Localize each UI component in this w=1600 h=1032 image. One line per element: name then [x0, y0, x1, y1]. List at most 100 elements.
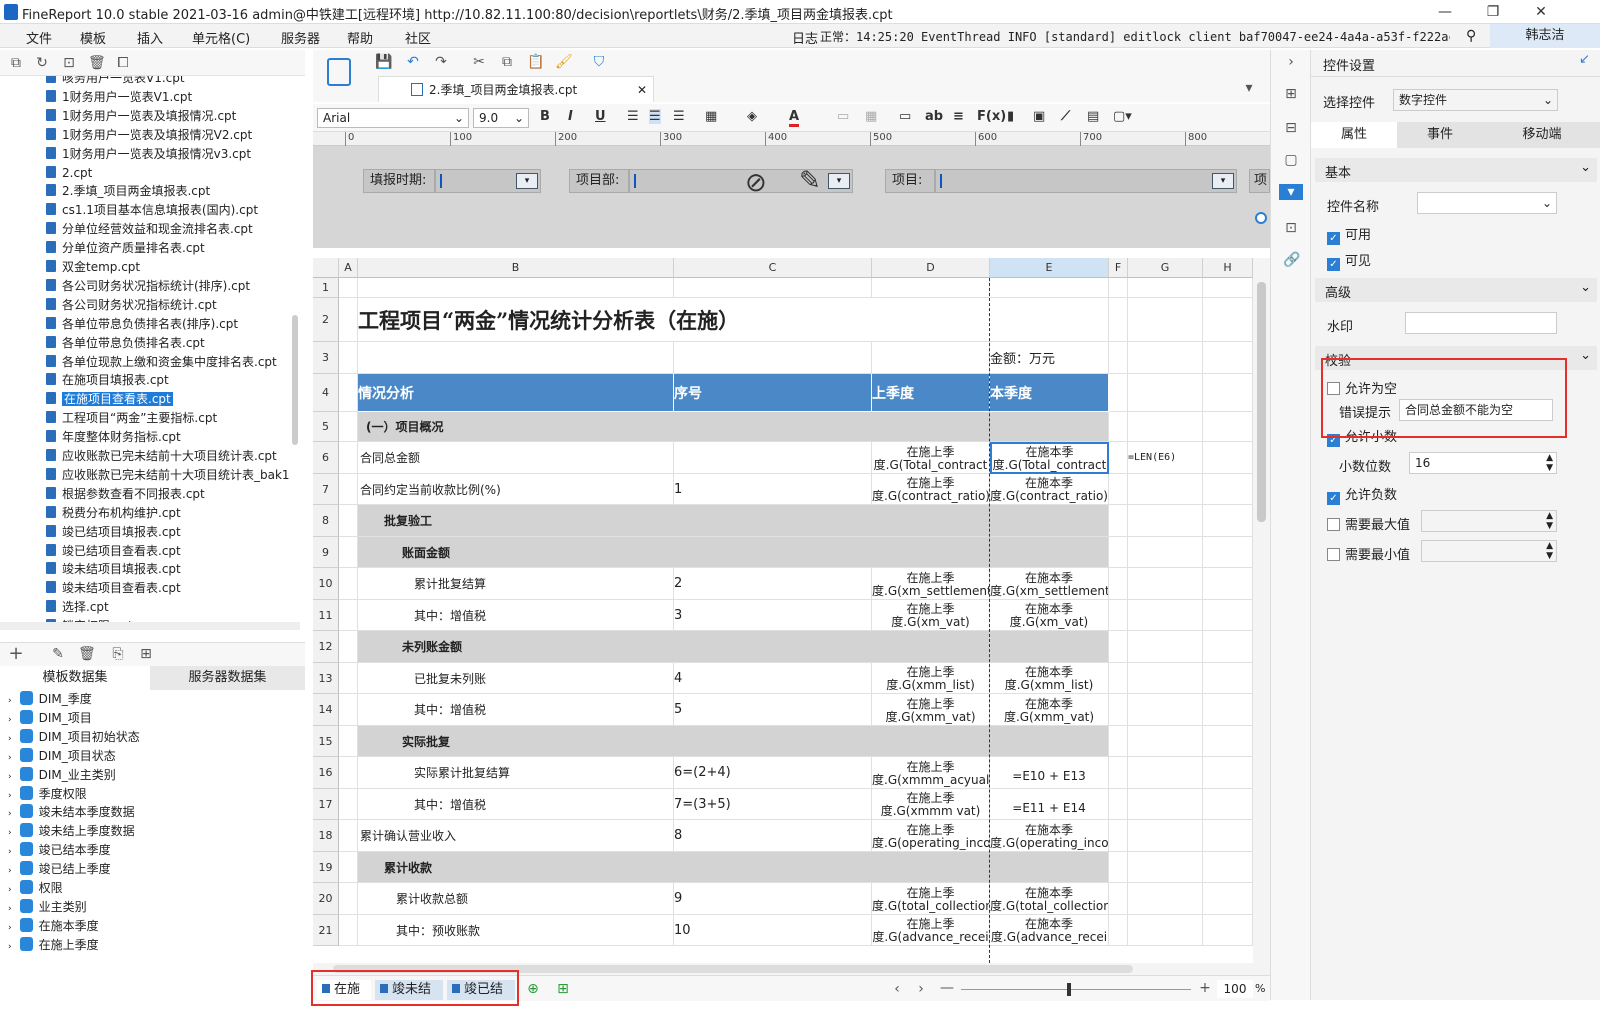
font-color-icon[interactable]: A: [789, 109, 800, 127]
chevron-right-icon[interactable]: ›: [8, 847, 12, 857]
sheet-cell[interactable]: [1109, 505, 1128, 537]
dataset-item[interactable]: › DIM_季度: [8, 690, 92, 709]
sheet-cell[interactable]: [1128, 915, 1203, 946]
sheet-cell[interactable]: [339, 600, 358, 631]
seq-cell[interactable]: 9: [674, 883, 872, 915]
sheet-cell[interactable]: [1203, 883, 1253, 915]
slash-icon[interactable]: ⟋: [1061, 109, 1070, 124]
section-row[interactable]: 账面金额: [358, 537, 1109, 568]
sheet-cell[interactable]: [1128, 568, 1203, 600]
column-header[interactable]: A: [339, 258, 358, 278]
sheet-cell[interactable]: [1109, 663, 1128, 694]
sheet-cell[interactable]: [1128, 883, 1203, 915]
column-header[interactable]: B: [358, 258, 674, 278]
file-item[interactable]: 各单位现款上缴和资金集中度排名表.cpt: [46, 353, 277, 372]
search-icon[interactable]: ⚲: [1466, 28, 1476, 44]
file-item[interactable]: 应收账款已完未结前十大项目统计表.cpt: [46, 447, 277, 466]
chevron-right-icon[interactable]: ›: [8, 866, 12, 876]
sheet-cell[interactable]: [1203, 820, 1253, 852]
prev-quarter-cell[interactable]: 在施上季度.G(Total_contract: [872, 442, 990, 474]
sheet-cell[interactable]: [358, 278, 674, 298]
menu-insert[interactable]: 插入: [137, 28, 163, 47]
file-item[interactable]: 选择.cpt: [46, 598, 109, 617]
menu-file[interactable]: 文件: [26, 28, 52, 47]
row-label[interactable]: 其中：预收账款: [358, 915, 674, 946]
seq-cell[interactable]: 7=(3+5): [674, 789, 872, 820]
add-report-icon[interactable]: ⊞: [555, 981, 571, 997]
sheet-cell[interactable]: [1109, 789, 1128, 820]
file-item[interactable]: 在施项目查看表.cpt: [46, 390, 173, 409]
sheet-cell[interactable]: [1109, 726, 1128, 757]
sheet-cell[interactable]: [339, 757, 358, 789]
sheet-cell[interactable]: [339, 442, 358, 474]
file-item[interactable]: 竣未结项目填报表.cpt: [46, 560, 181, 579]
file-item[interactable]: 各单位带息负债排名表.cpt: [46, 334, 205, 353]
sheet-cell[interactable]: [1109, 915, 1128, 946]
menu-community[interactable]: 社区: [405, 28, 431, 47]
template-icon[interactable]: [327, 58, 351, 86]
tab-document[interactable]: 2.季填_项目两金填报表.cpt ✕: [378, 76, 654, 102]
plugin-icon[interactable]: ⛉: [591, 54, 607, 70]
project-input[interactable]: ▾: [935, 169, 1237, 193]
sheet-cell[interactable]: [339, 342, 358, 374]
link-icon[interactable]: 🔗: [1283, 252, 1300, 268]
subreport-icon[interactable]: ▤: [1087, 109, 1099, 124]
dataset-item[interactable]: › 业主类别: [8, 898, 87, 917]
dataset-item[interactable]: › 在施上季度: [8, 936, 99, 955]
sheet-cell[interactable]: [1203, 374, 1253, 412]
file-item[interactable]: 双金temp.cpt: [46, 258, 140, 277]
column-header[interactable]: D: [872, 258, 990, 278]
save-icon[interactable]: 💾: [375, 54, 392, 70]
file-item[interactable]: 1财务用户一览表V1.cpt: [46, 88, 192, 107]
sheet-cell[interactable]: [1109, 342, 1128, 374]
cur-quarter-cell[interactable]: 在施本季度.G(xmm_list): [990, 663, 1109, 694]
sheet-cell[interactable]: [1128, 412, 1203, 442]
widget-type-select[interactable]: 数字控件 ⌄: [1393, 89, 1558, 111]
file-item[interactable]: 分单位资产质量排名表.cpt: [46, 239, 205, 258]
sheet-cell[interactable]: [1109, 820, 1128, 852]
tab-template-dataset[interactable]: 模板数据集: [0, 666, 150, 690]
prev-quarter-cell[interactable]: 在施上季度.G(xmm_vat): [872, 694, 990, 726]
dataset-item[interactable]: › DIM_项目状态: [8, 747, 116, 766]
props-tab-mobile[interactable]: 移动端: [1483, 122, 1600, 148]
file-item[interactable]: 竣已结项目填报表.cpt: [46, 523, 181, 542]
add-dataset-icon[interactable]: +: [8, 645, 24, 663]
italic-button[interactable]: I: [568, 109, 573, 124]
row-label[interactable]: 合同总金额: [358, 442, 674, 474]
sheet-cell[interactable]: [1203, 852, 1253, 883]
cur-quarter-cell[interactable]: 在施本季度.G(xmm_vat): [990, 694, 1109, 726]
row-label[interactable]: 实际累计批复结算: [358, 757, 674, 789]
dataset-item[interactable]: › 竣已结上季度: [8, 860, 111, 879]
row-header[interactable]: 16: [313, 757, 339, 789]
row-header[interactable]: 14: [313, 694, 339, 726]
row-header[interactable]: 10: [313, 568, 339, 600]
cur-quarter-cell[interactable]: 在施本季度.G(total_collection: [990, 883, 1109, 915]
tab-server-dataset[interactable]: 服务器数据集: [150, 666, 305, 690]
border-icon[interactable]: ▦: [705, 109, 717, 124]
cur-quarter-cell[interactable]: 在施本季度.G(operating_inco: [990, 820, 1109, 852]
sheet-cell[interactable]: [990, 278, 1109, 298]
row-header[interactable]: 9: [313, 537, 339, 568]
sheet-cell[interactable]: [339, 505, 358, 537]
menu-cell[interactable]: 单元格(C): [192, 28, 250, 47]
basic-section[interactable]: 基本 ⌄: [1315, 158, 1597, 182]
row-header[interactable]: 8: [313, 505, 339, 537]
sheet-cell[interactable]: [1203, 789, 1253, 820]
row-label[interactable]: 累计确认营业收入: [358, 820, 674, 852]
row-label[interactable]: 合同约定当前收款比例(%): [358, 474, 674, 505]
formula-cell[interactable]: =LEN(E6): [1128, 442, 1203, 474]
sheet-cell[interactable]: [339, 726, 358, 757]
add-sheet-icon[interactable]: ⊕: [525, 981, 541, 997]
row-header[interactable]: 3: [313, 342, 339, 374]
align-right-icon[interactable]: ☰: [673, 109, 685, 124]
sheet-cell[interactable]: [1128, 757, 1203, 789]
undo-icon[interactable]: ↶: [405, 54, 421, 70]
section-row[interactable]: (一）项目概况: [358, 412, 1109, 442]
sheet-cell[interactable]: [1203, 342, 1253, 374]
sheet-cell[interactable]: [872, 342, 990, 374]
seq-cell[interactable]: 8: [674, 820, 872, 852]
file-item[interactable]: 年度整体财务指标.cpt: [46, 428, 181, 447]
sheet-cell[interactable]: [339, 820, 358, 852]
sheet-cell[interactable]: [339, 631, 358, 663]
sheet-cell[interactable]: [1203, 631, 1253, 663]
